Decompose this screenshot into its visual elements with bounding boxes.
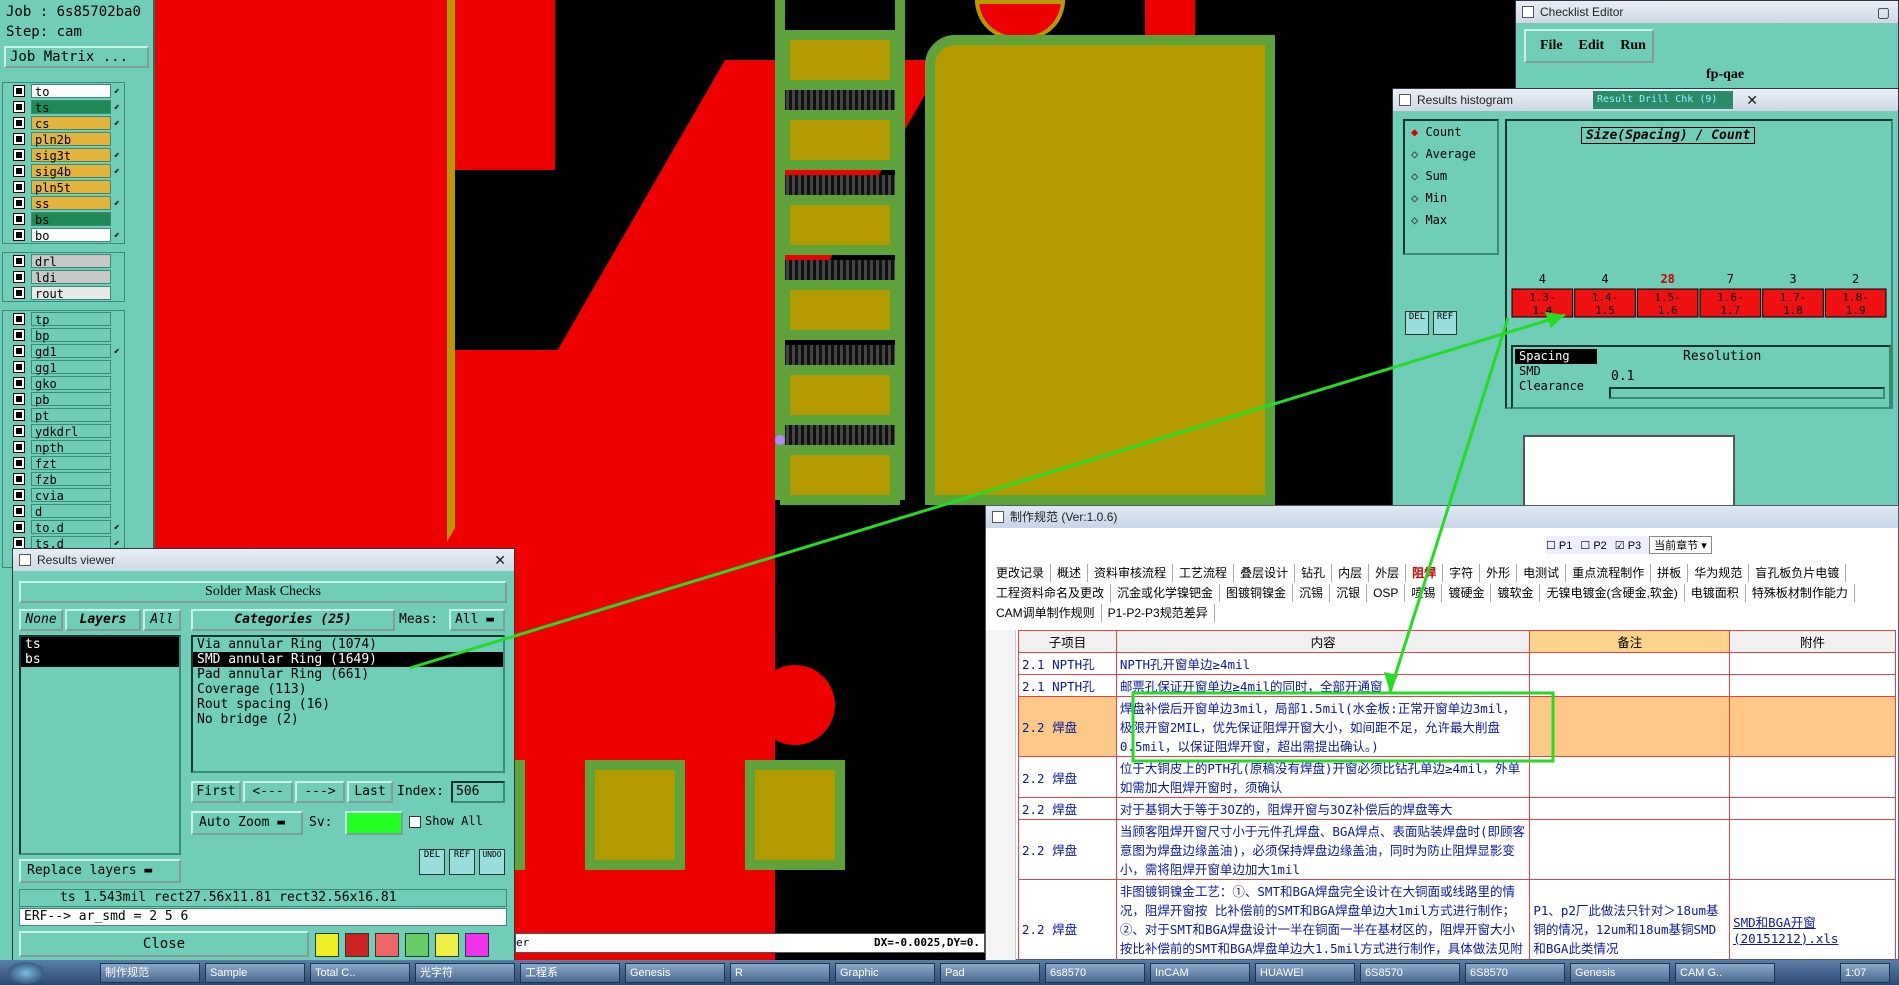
taskbar-item[interactable]: HUAWEI — [1255, 963, 1355, 983]
taskbar-item[interactable]: 6s8570 — [1045, 963, 1145, 983]
taskbar-item[interactable]: Genesis — [1570, 963, 1670, 983]
taskbar-item[interactable]: Graphic — [835, 963, 935, 983]
taskbar-item[interactable]: Sample — [205, 963, 305, 983]
annotation-arrows — [409, 312, 1566, 763]
start-button-icon[interactable] — [8, 962, 44, 984]
taskbar-item[interactable]: 6S8570 — [1360, 963, 1460, 983]
taskbar-item[interactable]: Pad — [940, 963, 1040, 983]
taskbar-item[interactable]: R — [730, 963, 830, 983]
taskbar-item[interactable]: 1:07 — [1840, 963, 1890, 983]
taskbar-item[interactable]: 制作规范 — [100, 963, 200, 983]
taskbar-item[interactable]: Total C.. — [310, 963, 410, 983]
taskbar-item[interactable]: 工程系 — [520, 963, 620, 983]
taskbar-item[interactable]: InCAM — [1150, 963, 1250, 983]
taskbar-item[interactable]: CAM G.. — [1675, 963, 1775, 983]
taskbar-item[interactable]: 6S8570 — [1465, 963, 1565, 983]
taskbar-item[interactable]: Genesis — [625, 963, 725, 983]
taskbar-item[interactable]: 光字符 — [415, 963, 515, 983]
taskbar: 制作规范 Sample Total C.. 光字符 工程系 Genesis R Graphic… — [0, 960, 1899, 985]
